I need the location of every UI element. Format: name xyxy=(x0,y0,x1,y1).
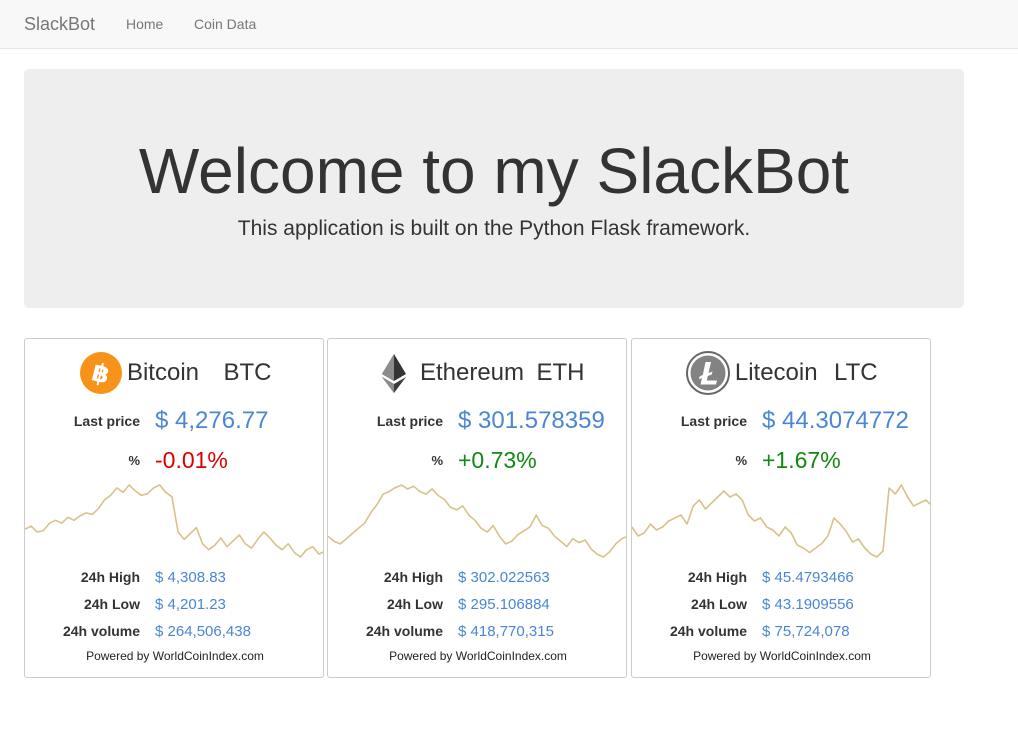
coin-symbol: BTC xyxy=(223,359,272,386)
bitcoin-icon: ฿ xyxy=(79,352,122,394)
high-label: 24h High xyxy=(383,569,443,585)
low-row: 24h Low $ 43.1909556 xyxy=(632,596,930,616)
coin-name: Ethereum xyxy=(419,359,525,386)
nav-link-coin-data[interactable]: Coin Data xyxy=(194,16,256,32)
volume-row: 24h volume $ 418,770,315 xyxy=(328,623,626,643)
high-label: 24h High xyxy=(687,569,747,585)
volume-label: 24h volume xyxy=(669,623,747,639)
last-price-row: Last price $ 4,276.77 xyxy=(25,407,323,437)
coin-name: Bitcoin xyxy=(126,359,200,386)
jumbotron: Welcome to my SlackBot This application … xyxy=(24,69,964,308)
change-value: +0.73% xyxy=(458,447,537,473)
low-label: 24h Low xyxy=(690,596,747,612)
change-label: % xyxy=(735,453,747,468)
powered-by-link[interactable]: Powered by WorldCoinIndex.com xyxy=(25,649,323,663)
low-label: 24h Low xyxy=(386,596,443,612)
high-label: 24h High xyxy=(80,569,140,585)
nav-link-home[interactable]: Home xyxy=(126,16,163,32)
change-row: % +1.67% xyxy=(632,447,930,477)
ethereum-icon xyxy=(381,354,406,393)
high-row: 24h High $ 302.022563 xyxy=(328,569,626,589)
last-price-row: Last price $ 301.578359 xyxy=(328,407,626,437)
high-value: $ 302.022563 xyxy=(458,569,550,586)
coin-widget-litecoin: Litecoin LTC Last price $ 44.3074772 % +… xyxy=(631,338,931,678)
litecoin-icon xyxy=(686,351,731,395)
price-sparkline xyxy=(25,484,323,558)
volume-label: 24h volume xyxy=(365,623,443,639)
high-row: 24h High $ 4,308.83 xyxy=(25,569,323,589)
powered-by-link[interactable]: Powered by WorldCoinIndex.com xyxy=(632,649,930,663)
change-value: +1.67% xyxy=(762,447,841,473)
change-value: -0.01% xyxy=(155,447,228,473)
high-row: 24h High $ 45.4793466 xyxy=(632,569,930,589)
sparkline-line xyxy=(25,484,323,558)
volume-row: 24h volume $ 264,506,438 xyxy=(25,623,323,643)
last-price-value: $ 301.578359 xyxy=(458,407,605,434)
coin-header: ฿ Bitcoin BTC xyxy=(25,351,323,397)
page-subtitle: This application is built on the Python … xyxy=(237,217,751,240)
change-row: % +0.73% xyxy=(328,447,626,477)
change-label: % xyxy=(128,453,140,468)
last-price-value: $ 4,276.77 xyxy=(155,407,269,434)
navbar-brand[interactable]: SlackBot xyxy=(24,14,95,35)
last-price-label: Last price xyxy=(73,413,140,429)
last-price-label: Last price xyxy=(680,413,747,429)
sparkline-line xyxy=(632,484,930,558)
coin-header: Litecoin LTC xyxy=(632,351,930,397)
volume-label: 24h volume xyxy=(62,623,140,639)
coin-widget-bitcoin: ฿ Bitcoin BTC Last price $ 4,276.77 % -0… xyxy=(24,338,324,678)
powered-by-link[interactable]: Powered by WorldCoinIndex.com xyxy=(328,649,626,663)
volume-value: $ 75,724,078 xyxy=(762,623,850,640)
coin-symbol: LTC xyxy=(834,359,878,386)
volume-value: $ 264,506,438 xyxy=(155,623,251,640)
coin-widget-ethereum: Ethereum ETH Last price $ 301.578359 % +… xyxy=(327,338,627,678)
coin-name: Litecoin xyxy=(734,359,818,386)
low-value: $ 43.1909556 xyxy=(762,596,854,613)
high-value: $ 4,308.83 xyxy=(155,569,226,586)
change-row: % -0.01% xyxy=(25,447,323,477)
high-value: $ 45.4793466 xyxy=(762,569,854,586)
navbar: SlackBot Home Coin Data xyxy=(0,0,1018,49)
low-value: $ 295.106884 xyxy=(458,596,550,613)
change-label: % xyxy=(431,453,443,468)
low-row: 24h Low $ 4,201.23 xyxy=(25,596,323,616)
page-title: Welcome to my SlackBot xyxy=(138,135,850,207)
low-label: 24h Low xyxy=(83,596,140,612)
price-sparkline xyxy=(632,484,930,558)
price-sparkline xyxy=(328,484,626,558)
last-price-value: $ 44.3074772 xyxy=(762,407,909,434)
last-price-label: Last price xyxy=(376,413,443,429)
volume-row: 24h volume $ 75,724,078 xyxy=(632,623,930,643)
coin-symbol: ETH xyxy=(536,359,585,386)
low-value: $ 4,201.23 xyxy=(155,596,226,613)
coin-header: Ethereum ETH xyxy=(328,351,626,397)
volume-value: $ 418,770,315 xyxy=(458,623,554,640)
sparkline-line xyxy=(328,484,626,558)
low-row: 24h Low $ 295.106884 xyxy=(328,596,626,616)
last-price-row: Last price $ 44.3074772 xyxy=(632,407,930,437)
